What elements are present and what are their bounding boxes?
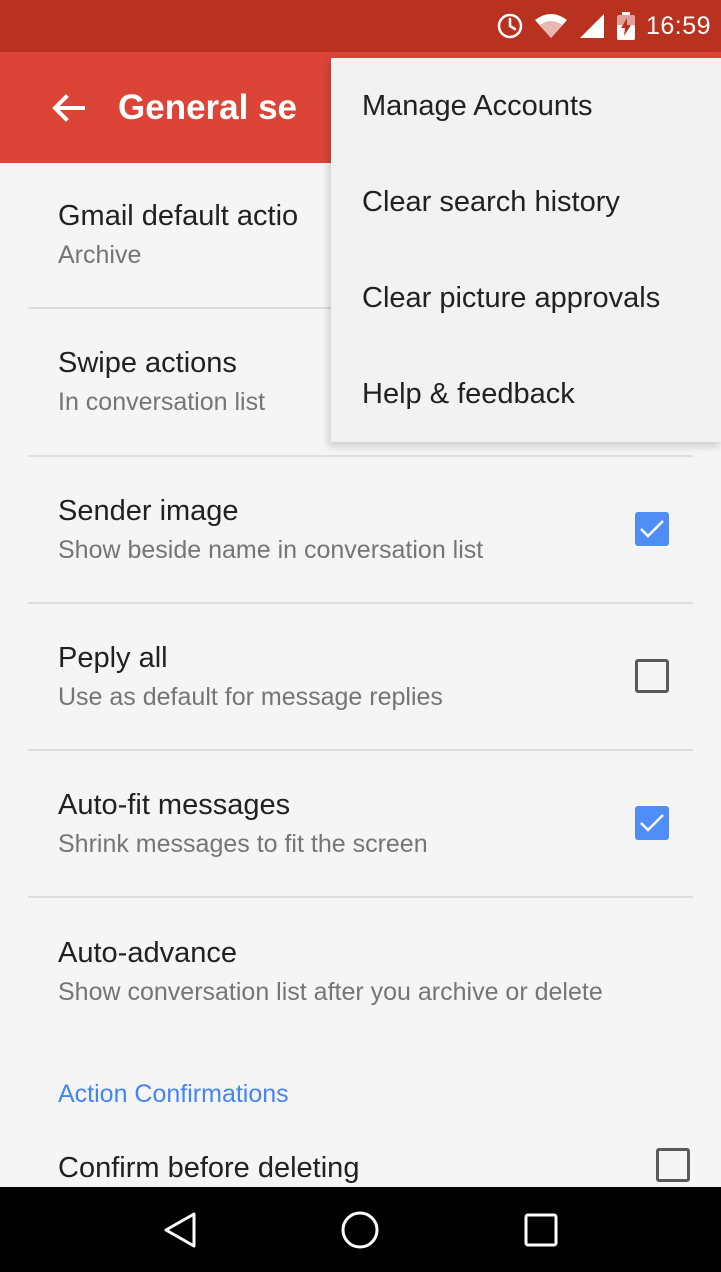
- menu-item-help-feedback[interactable]: Help & feedback: [331, 346, 721, 442]
- setting-auto-fit[interactable]: Auto-fit messages Shrink messages to fit…: [28, 751, 693, 898]
- check-icon: [640, 813, 664, 832]
- setting-title: Peply all: [58, 641, 168, 674]
- confirm-delete-checkbox[interactable]: [656, 1148, 690, 1182]
- overflow-menu: Manage Accounts Clear search history Cle…: [331, 58, 721, 442]
- setting-reply-all[interactable]: Peply all Use as default for message rep…: [28, 604, 693, 751]
- status-time: 16:59: [645, 11, 711, 40]
- section-header-action-confirmations: Action Confirmations: [58, 1080, 289, 1108]
- nav-recents-button[interactable]: [501, 1195, 581, 1265]
- setting-subtitle: Use as default for message replies: [58, 682, 443, 711]
- battery-charging-icon: [616, 11, 636, 41]
- setting-title: Confirm before deleting: [58, 1152, 360, 1184]
- back-button[interactable]: [28, 68, 108, 148]
- nav-back-button[interactable]: [140, 1195, 220, 1265]
- setting-sender-image[interactable]: Sender image Show beside name in convers…: [28, 457, 693, 604]
- alarm-icon: [496, 12, 524, 40]
- auto-fit-checkbox[interactable]: [635, 805, 669, 840]
- setting-auto-advance[interactable]: Auto-advance Show conversation list afte…: [28, 898, 693, 1046]
- navigation-bar: [0, 1187, 721, 1272]
- setting-subtitle: Show beside name in conversation list: [58, 535, 484, 564]
- page-title: General se: [118, 87, 297, 127]
- reply-all-checkbox[interactable]: [635, 658, 669, 693]
- recents-square-icon: [524, 1213, 558, 1246]
- sender-image-checkbox[interactable]: [635, 511, 669, 546]
- nav-home-button[interactable]: [320, 1195, 400, 1265]
- menu-item-clear-search-history[interactable]: Clear search history: [331, 154, 721, 250]
- setting-confirm-delete[interactable]: Confirm before deleting: [58, 1148, 698, 1186]
- setting-title: Auto-fit messages: [58, 788, 291, 821]
- check-icon: [640, 519, 664, 538]
- setting-title: Auto-advance: [58, 937, 237, 969]
- setting-subtitle: Show conversation list after you archive…: [58, 978, 603, 1006]
- status-bar: 16:59: [0, 0, 721, 52]
- arrow-back-icon: [52, 93, 85, 122]
- signal-icon: [578, 12, 606, 40]
- menu-item-manage-accounts[interactable]: Manage Accounts: [331, 58, 721, 154]
- setting-title: Sender image: [58, 494, 239, 527]
- menu-item-clear-picture-approvals[interactable]: Clear picture approvals: [331, 250, 721, 346]
- setting-subtitle: Shrink messages to fit the screen: [58, 829, 428, 858]
- back-triangle-icon: [164, 1212, 196, 1247]
- screen: 16:59 General se Gmail default actio Arc…: [0, 0, 721, 1272]
- wifi-icon: [534, 12, 568, 40]
- home-circle-icon: [341, 1211, 379, 1248]
